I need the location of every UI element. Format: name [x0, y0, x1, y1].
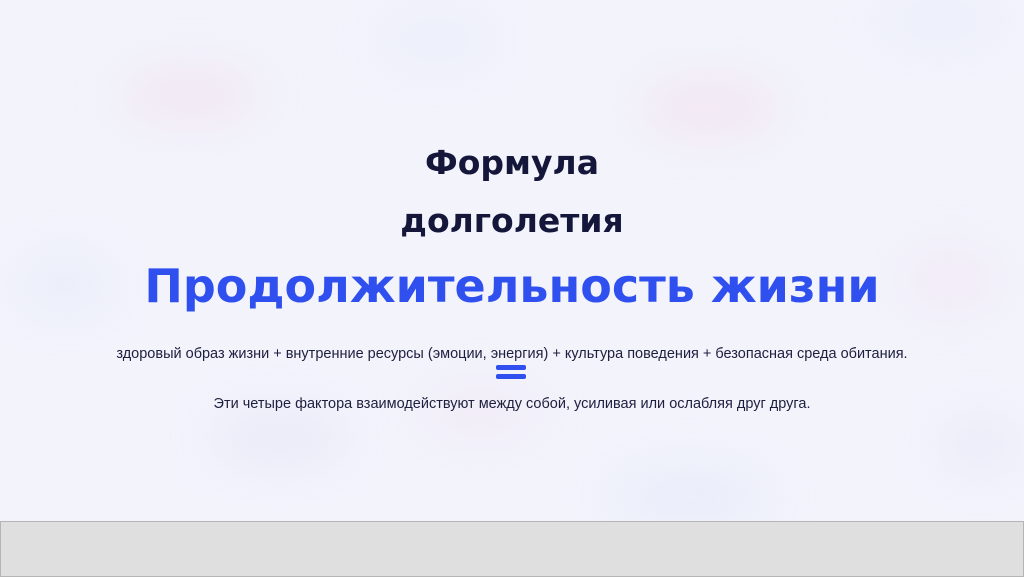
equals-bar-top	[496, 365, 526, 370]
formula-text: здоровый образ жизни + внутренние ресурс…	[116, 346, 908, 362]
equals-bar-bottom	[496, 374, 526, 379]
background-blob	[380, 20, 490, 60]
slide-title-line-2: долголетия	[400, 201, 624, 240]
background-blob	[210, 410, 350, 465]
slide: Формула долголетия Продолжительность жиз…	[0, 0, 1024, 521]
slide-title-line-1: Формула	[425, 143, 599, 182]
headline: Продолжительность жизни	[144, 259, 880, 313]
note-text: Эти четыре фактора взаимодействуют между…	[213, 396, 811, 412]
background-blob	[880, 0, 1000, 40]
bottom-bar	[0, 521, 1024, 577]
background-blob	[610, 470, 770, 521]
background-blob	[940, 420, 1020, 470]
background-blob	[640, 80, 780, 135]
equals-sign-icon	[496, 365, 526, 380]
background-blob	[120, 70, 260, 120]
